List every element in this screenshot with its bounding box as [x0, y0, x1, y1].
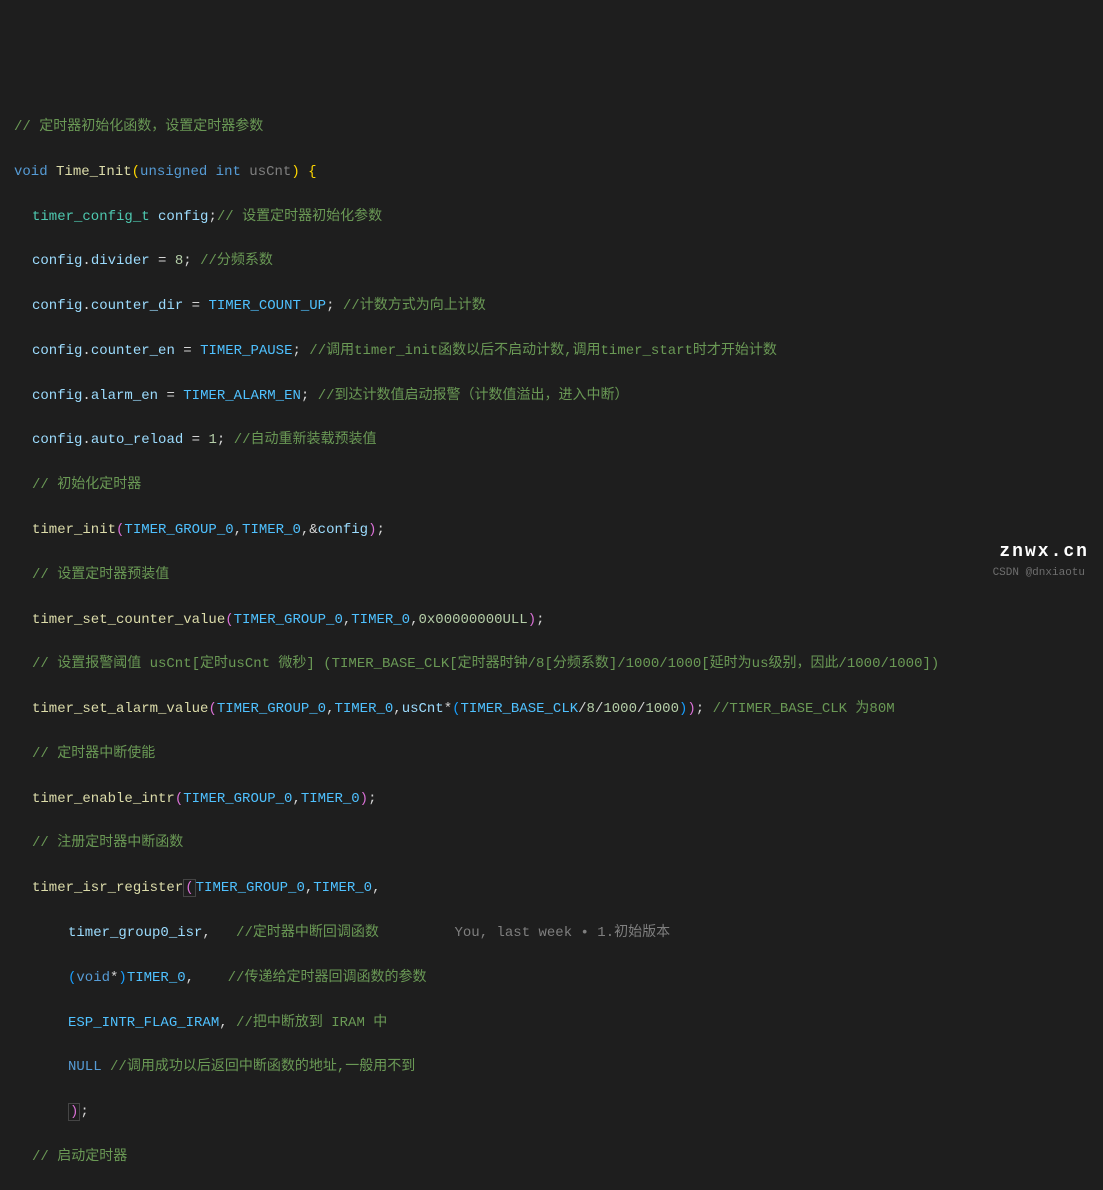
code-line: config.auto_reload = 1; //自动重新装载预装值	[14, 429, 1103, 451]
code-line: timer_set_counter_value(TIMER_GROUP_0,TI…	[14, 609, 1103, 631]
code-line: // 设置报警阈值 usCnt[定时usCnt 微秒] (TIMER_BASE_…	[14, 653, 1103, 675]
code-editor[interactable]: // 定时器初始化函数，设置定时器参数 void Time_Init(unsig…	[0, 90, 1103, 1190]
code-line: // 定时器初始化函数，设置定时器参数	[14, 116, 1103, 138]
code-line: // 定时器中断使能	[14, 743, 1103, 765]
code-line: timer_init(TIMER_GROUP_0,TIMER_0,&config…	[14, 519, 1103, 541]
comment: // 定时器初始化函数，设置定时器参数	[14, 119, 263, 135]
code-line: timer_group0_isr, //定时器中断回调函数 You, last …	[14, 922, 1103, 944]
code-line: // 初始化定时器	[14, 474, 1103, 496]
code-line: timer_config_t config;// 设置定时器初始化参数	[14, 206, 1103, 228]
code-line: timer_isr_register(TIMER_GROUP_0,TIMER_0…	[14, 877, 1103, 899]
code-line: void Time_Init(unsigned int usCnt) {	[14, 161, 1103, 183]
code-line: config.counter_dir = TIMER_COUNT_UP; //计…	[14, 295, 1103, 317]
code-line: // 启动定时器	[14, 1146, 1103, 1168]
code-line: // 注册定时器中断函数	[14, 832, 1103, 854]
code-line: timer_enable_intr(TIMER_GROUP_0,TIMER_0)…	[14, 788, 1103, 810]
code-line: // 设置定时器预装值	[14, 564, 1103, 586]
code-line: config.counter_en = TIMER_PAUSE; //调用tim…	[14, 340, 1103, 362]
code-lens[interactable]: You, last week • 1.初始版本	[454, 925, 670, 941]
code-line: );	[14, 1101, 1103, 1123]
code-line: NULL //调用成功以后返回中断函数的地址,一般用不到	[14, 1056, 1103, 1078]
code-line: ESP_INTR_FLAG_IRAM, //把中断放到 IRAM 中	[14, 1012, 1103, 1034]
code-line: (void*)TIMER_0, //传递给定时器回调函数的参数	[14, 967, 1103, 989]
watermark-credit: CSDN @dnxiaotu	[993, 565, 1085, 583]
watermark-logo: znwx.cn	[999, 538, 1089, 567]
code-line: config.alarm_en = TIMER_ALARM_EN; //到达计数…	[14, 385, 1103, 407]
code-line: config.divider = 8; //分频系数	[14, 250, 1103, 272]
code-line: timer_set_alarm_value(TIMER_GROUP_0,TIME…	[14, 698, 1103, 720]
